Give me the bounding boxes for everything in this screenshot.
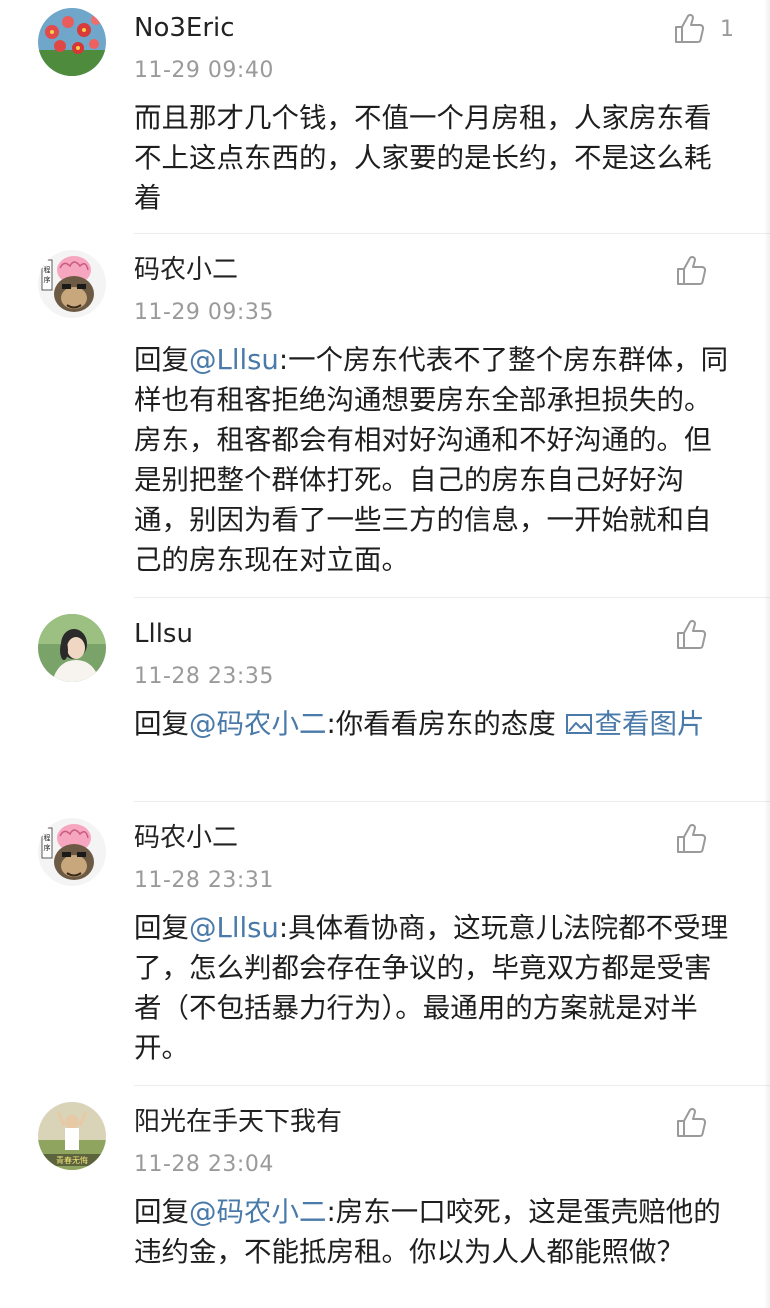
like-count: 1	[720, 16, 734, 42]
reply-prefix: 回复	[134, 1196, 189, 1228]
svg-text:程: 程	[44, 265, 51, 274]
comment-text: 而且那才几个钱，不值一个月房租，人家房东看不上这点东西的，人家要的是长约，不是这…	[134, 102, 712, 214]
svg-text:程: 程	[44, 833, 51, 842]
comment-item: 程 序 码农小二 11-29 09:35 回复@Lllsu:一个房东代表不了整个…	[0, 242, 770, 598]
mention-link[interactable]: @Lllsu	[189, 912, 279, 944]
divider	[134, 233, 770, 234]
reply-prefix: 回复	[134, 344, 189, 376]
comment-body: :一个房东代表不了整个房东群体，同样也有租客拒绝沟通想要房东全部承担损失的。房东…	[134, 344, 729, 576]
thumbs-up-icon	[677, 1107, 707, 1137]
username[interactable]: 阳光在手天下我有	[134, 1104, 342, 1140]
avatar-girl-image	[38, 614, 106, 682]
comment-item: 青春无悔 阳光在手天下我有 11-28 23:04 回复@码农小二:房东一口咬死…	[0, 1094, 770, 1308]
avatar[interactable]	[38, 614, 106, 682]
avatar[interactable]	[38, 8, 106, 76]
thumbs-up-icon	[675, 13, 705, 43]
view-image-link[interactable]: 查看图片	[565, 708, 705, 740]
comment-item: No3Eric 11-29 09:40 1 而且那才几个钱，不值一个月房租，人家…	[0, 0, 770, 234]
username[interactable]: No3Eric	[134, 10, 235, 46]
timestamp: 11-29 09:35	[134, 300, 274, 325]
like-button[interactable]	[674, 1106, 734, 1140]
comment-item: Lllsu 11-28 23:35 回复@码农小二:你看看房东的态度 查看图片	[0, 606, 770, 802]
svg-text:序: 序	[44, 275, 51, 284]
thumbs-up-icon	[677, 619, 707, 649]
username[interactable]: Lllsu	[134, 616, 193, 652]
like-button[interactable]	[674, 618, 734, 652]
comment-text: 回复@码农小二:你看看房东的态度 查看图片	[134, 704, 736, 744]
avatar-monkey-image: 程 序	[38, 818, 106, 886]
avatar[interactable]: 青春无悔	[38, 1102, 106, 1170]
comment-body: :你看看房东的态度	[326, 708, 565, 740]
avatar-sunshine-image: 青春无悔	[38, 1102, 106, 1170]
avatar-flowers-image	[38, 8, 106, 76]
mention-link[interactable]: @码农小二	[189, 1196, 327, 1228]
scroll-edge-shadow	[764, 0, 770, 1308]
comment-text: 回复@Lllsu:具体看协商，这玩意儿法院都不受理了，怎么判都会存在争议的，毕竟…	[134, 908, 736, 1068]
reply-prefix: 回复	[134, 912, 189, 944]
comment-list: No3Eric 11-29 09:40 1 而且那才几个钱，不值一个月房租，人家…	[0, 0, 770, 1308]
reply-prefix: 回复	[134, 708, 189, 740]
mention-link[interactable]: @Lllsu	[189, 344, 279, 376]
avatar-monkey-image: 程 序	[38, 250, 106, 318]
comment-text: 回复@Lllsu:一个房东代表不了整个房东群体，同样也有租客拒绝沟通想要房东全部…	[134, 340, 736, 580]
timestamp: 11-28 23:31	[134, 868, 274, 893]
thumbs-up-icon	[677, 823, 707, 853]
like-button[interactable]	[674, 254, 734, 288]
divider	[134, 597, 770, 598]
avatar[interactable]: 程 序	[38, 818, 106, 886]
svg-text:序: 序	[44, 843, 51, 852]
thumbs-up-icon	[677, 255, 707, 285]
comment-item: 程 序 码农小二 11-28 23:31 回复@Lllsu:具体看协商，这玩意儿…	[0, 810, 770, 1086]
divider	[134, 801, 770, 802]
timestamp: 11-28 23:35	[134, 664, 274, 689]
image-icon	[565, 714, 592, 734]
like-button[interactable]: 1	[672, 12, 734, 46]
svg-text:青春无悔: 青春无悔	[56, 1155, 88, 1165]
mention-link[interactable]: @码农小二	[189, 708, 327, 740]
comment-text: 回复@码农小二:房东一口咬死，这是蛋壳赔他的违约金，不能抵房租。你以为人人都能照…	[134, 1192, 736, 1272]
username[interactable]: 码农小二	[134, 820, 238, 856]
username[interactable]: 码农小二	[134, 252, 238, 288]
timestamp: 11-28 23:04	[134, 1152, 274, 1177]
timestamp: 11-29 09:40	[134, 58, 274, 83]
like-button[interactable]	[674, 822, 734, 856]
divider	[134, 1085, 770, 1086]
view-image-label: 查看图片	[594, 708, 705, 740]
avatar[interactable]: 程 序	[38, 250, 106, 318]
